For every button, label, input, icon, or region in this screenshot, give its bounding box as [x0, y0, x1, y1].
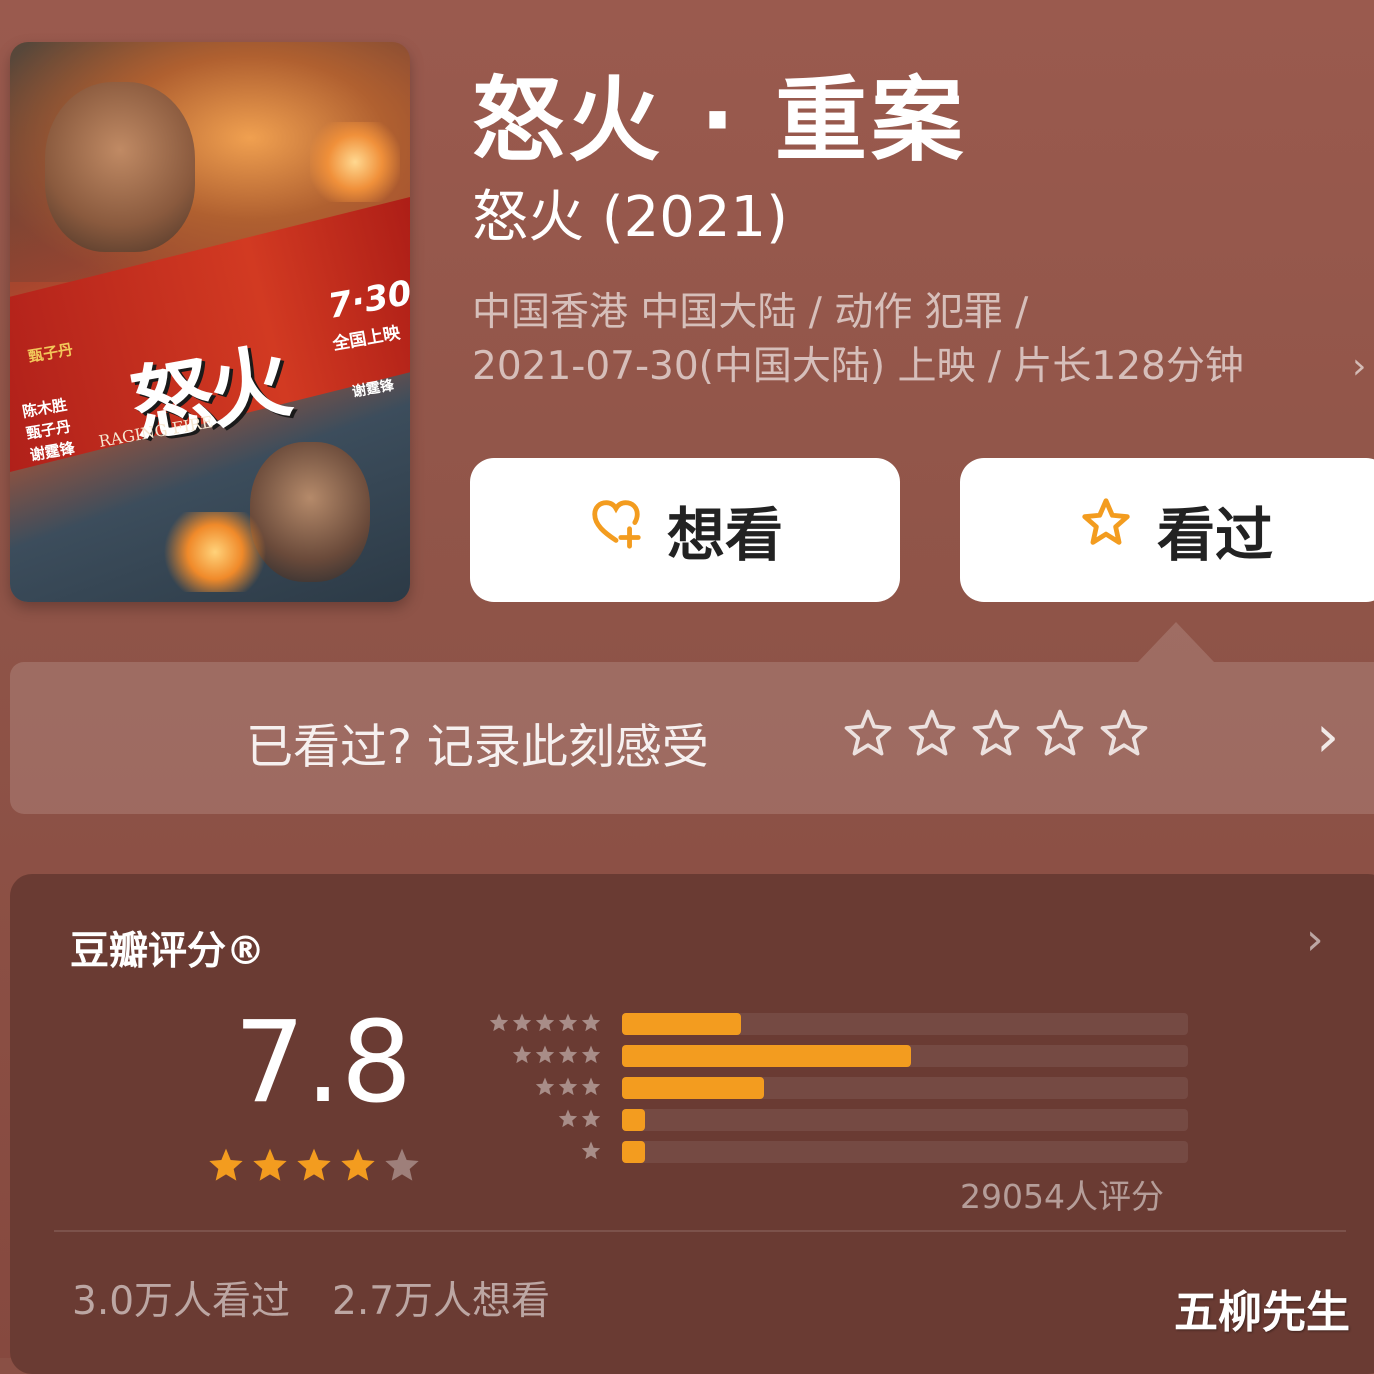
rating-count: 29054人评分: [960, 1177, 1164, 1216]
distribution-star-icon: [581, 1045, 601, 1064]
distribution-track: [622, 1013, 1188, 1035]
poster-flare: [310, 122, 400, 202]
distribution-stars: [511, 1044, 602, 1066]
rate-star-2-icon[interactable]: [904, 706, 960, 762]
poster-figure-top: [45, 82, 195, 252]
star-outline-icon: [1077, 494, 1135, 566]
watched-count[interactable]: 3.0万人看过: [72, 1270, 290, 1326]
distribution-star-icon: [489, 1013, 509, 1032]
panel-pointer: [1138, 622, 1214, 662]
rate-stars[interactable]: [840, 706, 1152, 762]
distribution-bar: [622, 1077, 764, 1099]
score-star-icon: [209, 1148, 243, 1181]
distribution-star-icon: [581, 1109, 601, 1128]
distribution-star-icon: [558, 1045, 578, 1064]
movie-poster[interactable]: 甄子丹 怒火 7·30 全国上映 陈木胜 甄子丹 谢霆锋 谢霆锋 RAGING …: [10, 42, 410, 602]
watched-button[interactable]: 看过: [960, 458, 1374, 602]
distribution-track: [622, 1077, 1188, 1099]
record-feeling-panel[interactable]: 已看过? 记录此刻感受 ›: [10, 662, 1374, 814]
watched-label: 看过: [1156, 501, 1273, 569]
distribution-star-icon: [581, 1141, 601, 1160]
poster-muzzle-flash: [160, 512, 270, 592]
distribution-row: [462, 1010, 1202, 1040]
chevron-right-icon[interactable]: ›: [1316, 702, 1339, 770]
distribution-star-icon: [512, 1045, 532, 1064]
record-prompt: 已看过? 记录此刻感受: [246, 720, 709, 775]
distribution-bar: [622, 1141, 645, 1163]
score-star-icon: [297, 1148, 331, 1181]
distribution-row: [462, 1106, 1202, 1136]
movie-meta[interactable]: 中国香港 中国大陆 / 动作 犯罪 / 2021-07-30(中国大陆) 上映 …: [472, 286, 1366, 394]
want-to-watch-button[interactable]: 想看: [470, 458, 900, 602]
meta-chevron-icon: ›: [1352, 346, 1367, 387]
distribution-row: [462, 1138, 1202, 1168]
distribution-bar: [622, 1109, 645, 1131]
distribution-star-icon: [535, 1045, 555, 1064]
distribution-star-icon: [558, 1013, 578, 1032]
distribution-stars: [534, 1076, 602, 1098]
want-count[interactable]: 2.7万人想看: [332, 1270, 550, 1326]
score-star-icon: [341, 1148, 375, 1181]
distribution-star-icon: [581, 1077, 601, 1096]
distribution-row: [462, 1074, 1202, 1104]
meta-line-region-genre: 中国香港 中国大陆 / 动作 犯罪 /: [472, 290, 1029, 335]
rate-star-4-icon[interactable]: [1032, 706, 1088, 762]
distribution-bar: [622, 1045, 911, 1067]
score-star-icon: [253, 1148, 287, 1181]
rate-star-5-icon[interactable]: [1096, 706, 1152, 762]
movie-title: 怒火 · 重案: [472, 67, 968, 174]
distribution-star-icon: [558, 1077, 578, 1096]
distribution-star-icon: [535, 1013, 555, 1032]
distribution-track: [622, 1109, 1188, 1131]
meta-line-release-runtime: 2021-07-30(中国大陆) 上映 / 片长128分钟: [472, 344, 1244, 389]
heart-plus-icon: [587, 494, 645, 566]
distribution-stars: [557, 1108, 602, 1130]
distribution-bar: [622, 1013, 741, 1035]
rate-star-3-icon[interactable]: [968, 706, 1024, 762]
distribution-star-icon: [581, 1013, 601, 1032]
rating-chevron-icon[interactable]: ›: [1306, 914, 1324, 965]
rate-star-1-icon[interactable]: [840, 706, 896, 762]
want-to-watch-label: 想看: [666, 501, 783, 569]
distribution-stars: [488, 1012, 602, 1034]
divider: [54, 1230, 1346, 1232]
rating-stars: [206, 1146, 422, 1186]
distribution-star-icon: [535, 1077, 555, 1096]
distribution-row: [462, 1042, 1202, 1072]
distribution-star-icon: [512, 1013, 532, 1032]
movie-original-title: 怒火 (2021): [472, 185, 789, 250]
watermark: 五柳先生: [1174, 1287, 1350, 1338]
rating-score: 7.8: [234, 998, 413, 1128]
rating-label: 豆瓣评分®: [70, 929, 266, 974]
distribution-stars: [580, 1140, 602, 1162]
audience-stats: 3.0万人看过 2.7万人想看: [72, 1270, 550, 1326]
score-star-icon: [385, 1148, 419, 1181]
distribution-star-icon: [558, 1109, 578, 1128]
douban-rating-card[interactable]: 豆瓣评分® › 7.8 29054人评分 3.0万人看过 2.7万人想看: [10, 874, 1374, 1374]
distribution-track: [622, 1045, 1188, 1067]
distribution-track: [622, 1141, 1188, 1163]
